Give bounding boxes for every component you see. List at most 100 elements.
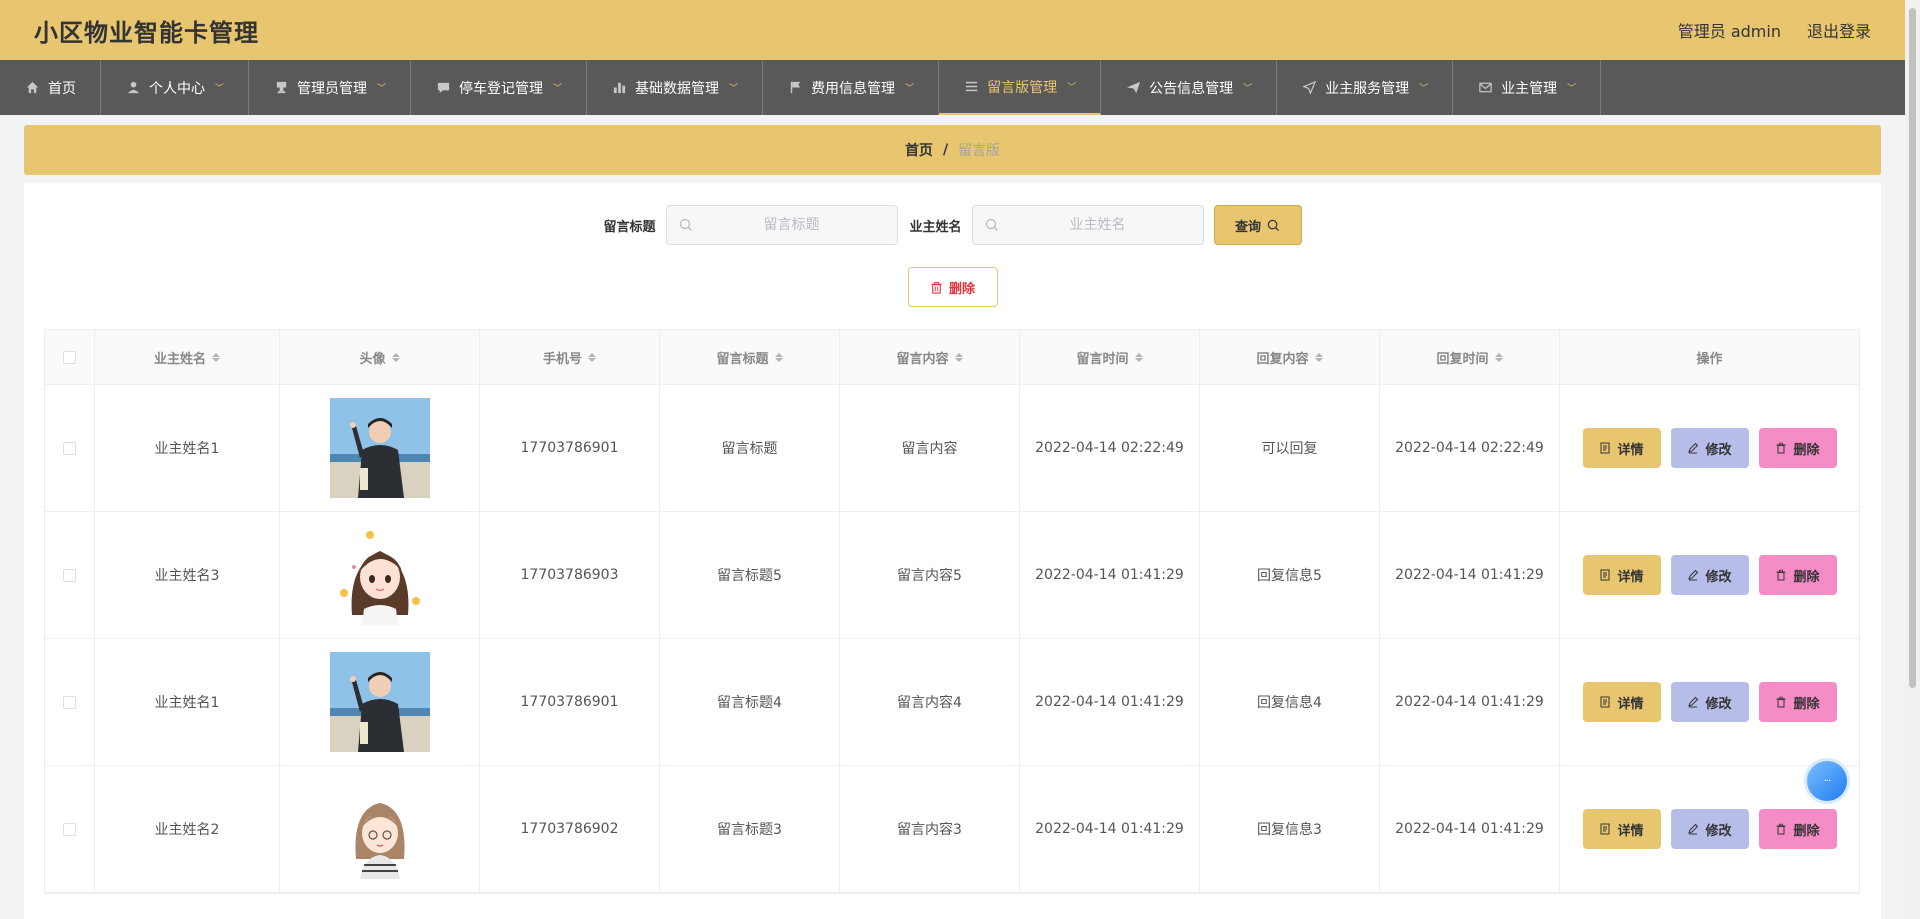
avatar[interactable]	[329, 779, 430, 879]
delete-button[interactable]: 删除	[1758, 809, 1837, 849]
row-select	[45, 639, 95, 765]
pencil-icon	[1688, 696, 1699, 708]
avatar[interactable]	[329, 398, 430, 498]
chevron-down-icon: ﹀	[1419, 84, 1429, 94]
row-actions: 详情 修改 删除	[1560, 385, 1859, 511]
row-checkbox[interactable]	[63, 822, 76, 836]
home-icon	[24, 80, 40, 96]
table-row: 业主姓名3 17703786903 留言标题5 留言内容5 2022-04-14…	[45, 512, 1859, 639]
edit-button[interactable]: 修改	[1670, 809, 1749, 849]
flag-icon	[787, 80, 803, 96]
row-checkbox[interactable]	[63, 568, 76, 582]
row-select	[45, 766, 95, 892]
message-title-cell: 留言标题3	[660, 766, 840, 892]
nav-item-home[interactable]: 首页	[0, 60, 101, 115]
logout-link[interactable]: 退出登录	[1807, 18, 1871, 42]
top-header: 小区物业智能卡管理 管理员 admin 退出登录	[0, 0, 1905, 60]
column-header[interactable]: 业主姓名	[95, 330, 280, 384]
chevron-down-icon: ﹀	[1243, 84, 1253, 94]
bulk-delete-label: 删除	[948, 281, 975, 297]
column-header[interactable]: 回复内容	[1200, 330, 1380, 384]
owner-search-input[interactable]	[1012, 217, 1183, 233]
bulk-delete-button[interactable]: 删除	[907, 267, 998, 307]
content-panel: 留言标题 业主姓名 查询 删除 业主姓名 头像 手机号 留言标题 留言内容 留言	[24, 183, 1881, 919]
nav-item-owners[interactable]: 业主管理 ﹀	[1453, 60, 1602, 115]
row-checkbox[interactable]	[63, 441, 76, 455]
query-button-label: 查询	[1235, 219, 1262, 235]
row-select	[45, 385, 95, 511]
search-icon	[679, 218, 692, 231]
select-all-checkbox[interactable]	[63, 350, 76, 364]
trash-icon	[1776, 442, 1786, 454]
detail-button[interactable]: 详情	[1582, 555, 1661, 595]
menu-icon	[963, 79, 979, 95]
reply-content-cell: 回复信息4	[1200, 639, 1380, 765]
nav-item-admin-management[interactable]: 管理员管理 ﹀	[249, 60, 412, 115]
delete-button[interactable]: 删除	[1758, 428, 1837, 468]
table-body: 业主姓名1 17703786901 留言标题 留言内容 2022-04-14 0…	[45, 385, 1859, 893]
nav-item-message-board[interactable]: 留言版管理 ﹀	[939, 60, 1102, 115]
message-time-cell: 2022-04-14 01:41:29	[1020, 766, 1200, 892]
nav-item-basic-data[interactable]: 基础数据管理 ﹀	[587, 60, 764, 115]
title-search-field	[665, 205, 898, 245]
paper-plane-icon	[1125, 80, 1141, 96]
phone-cell: 17703786901	[480, 639, 660, 765]
chevron-down-icon: ﹀	[215, 84, 225, 94]
table-row: 业主姓名2 17703786902 留言标题3 留言内容3 2022-04-14…	[45, 766, 1859, 893]
breadcrumb-separator: /	[942, 142, 949, 158]
chat-icon	[435, 80, 451, 96]
column-header[interactable]: 手机号	[480, 330, 660, 384]
message-table: 业主姓名 头像 手机号 留言标题 留言内容 留言时间 回复内容 回复时间 操作 …	[44, 329, 1860, 894]
column-header[interactable]: 留言时间	[1020, 330, 1200, 384]
nav-label: 管理员管理	[297, 80, 368, 97]
nav-item-personal-center[interactable]: 个人中心 ﹀	[101, 60, 250, 115]
avatar[interactable]	[329, 525, 430, 625]
sort-icon	[954, 352, 963, 362]
header-select-all	[45, 330, 95, 384]
query-button[interactable]: 查询	[1213, 205, 1302, 245]
nav-item-fees[interactable]: 费用信息管理 ﹀	[763, 60, 940, 115]
delete-button[interactable]: 删除	[1758, 555, 1837, 595]
page-scrollbar[interactable]	[1905, 0, 1920, 919]
reply-content-cell: 回复信息3	[1200, 766, 1380, 892]
column-header-actions: 操作	[1696, 351, 1723, 367]
sort-icon	[391, 352, 400, 362]
detail-button[interactable]: 详情	[1582, 682, 1661, 722]
nav-item-owner-services[interactable]: 业主服务管理 ﹀	[1277, 60, 1454, 115]
edit-button[interactable]: 修改	[1670, 682, 1749, 722]
reply-time-cell: 2022-04-14 02:22:49	[1380, 385, 1560, 511]
message-time-cell: 2022-04-14 02:22:49	[1020, 385, 1200, 511]
column-header[interactable]: 留言内容	[840, 330, 1020, 384]
detail-button[interactable]: 详情	[1582, 428, 1661, 468]
nav-item-parking[interactable]: 停车登记管理 ﹀	[411, 60, 588, 115]
sort-icon	[1494, 352, 1503, 362]
pencil-icon	[1688, 569, 1699, 581]
edit-button[interactable]: 修改	[1670, 428, 1749, 468]
delete-button[interactable]: 删除	[1758, 682, 1837, 722]
scrollbar-thumb[interactable]	[1909, 8, 1916, 688]
phone-cell: 17703786901	[480, 385, 660, 511]
edit-button[interactable]: 修改	[1670, 555, 1749, 595]
breadcrumb-home[interactable]: 首页	[905, 140, 933, 160]
row-select	[45, 512, 95, 638]
sort-icon	[1314, 352, 1323, 362]
column-header[interactable]: 留言标题	[660, 330, 840, 384]
avatar-cell	[280, 766, 480, 892]
mail-icon	[1477, 80, 1493, 96]
row-checkbox[interactable]	[63, 695, 76, 709]
search-icon	[985, 218, 998, 231]
message-title-cell: 留言标题5	[660, 512, 840, 638]
avatar[interactable]	[329, 652, 430, 752]
title-label: 留言标题	[603, 219, 656, 235]
avatar-cell	[280, 639, 480, 765]
dots-icon: ···	[1823, 775, 1831, 787]
title-search-input[interactable]	[706, 217, 877, 233]
current-user[interactable]: 管理员 admin	[1678, 18, 1781, 42]
detail-button[interactable]: 详情	[1582, 809, 1661, 849]
user-icon	[125, 80, 141, 96]
nav-item-announcements[interactable]: 公告信息管理 ﹀	[1101, 60, 1278, 115]
floating-assistant-button[interactable]: ···	[1804, 758, 1850, 804]
column-header[interactable]: 头像	[280, 330, 480, 384]
column-header[interactable]: 回复时间	[1380, 330, 1560, 384]
row-actions: 详情 修改 删除	[1560, 639, 1859, 765]
